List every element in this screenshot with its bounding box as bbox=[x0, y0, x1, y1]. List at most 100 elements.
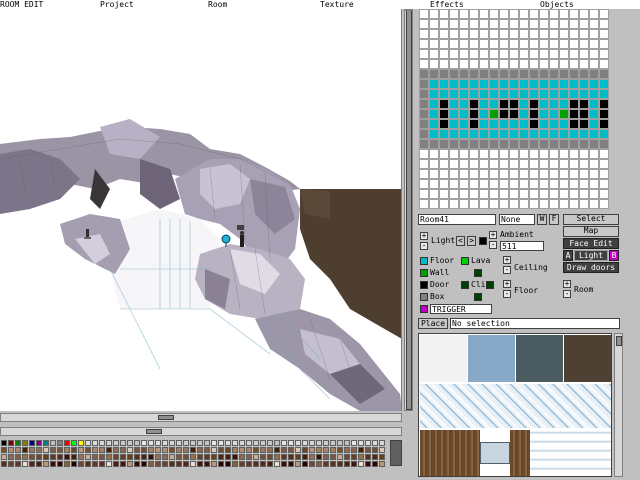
map-cell[interactable] bbox=[479, 39, 489, 49]
map-cell[interactable] bbox=[459, 29, 469, 39]
palette-swatch[interactable] bbox=[22, 440, 28, 446]
map-cell[interactable] bbox=[439, 159, 449, 169]
map-cell[interactable] bbox=[589, 49, 599, 59]
map-cell[interactable] bbox=[549, 89, 559, 99]
map-cell[interactable] bbox=[579, 179, 589, 189]
map-cell[interactable] bbox=[559, 199, 569, 209]
map-cell[interactable] bbox=[529, 109, 539, 119]
palette-swatch[interactable] bbox=[8, 454, 14, 460]
map-cell[interactable] bbox=[429, 39, 439, 49]
map-cell[interactable] bbox=[449, 129, 459, 139]
map-cell[interactable] bbox=[489, 99, 499, 109]
map-cell[interactable] bbox=[569, 39, 579, 49]
palette-swatch[interactable] bbox=[106, 461, 112, 467]
light-color-swatch[interactable] bbox=[479, 237, 487, 245]
map-cell[interactable] bbox=[529, 139, 539, 149]
map-cell[interactable] bbox=[559, 119, 569, 129]
palette-swatch[interactable] bbox=[239, 440, 245, 446]
map-cell[interactable] bbox=[439, 139, 449, 149]
texture-panel[interactable] bbox=[418, 333, 612, 477]
palette-swatch[interactable] bbox=[281, 461, 287, 467]
map-cell[interactable] bbox=[589, 139, 599, 149]
map-cell[interactable] bbox=[449, 79, 459, 89]
palette-swatch[interactable] bbox=[120, 440, 126, 446]
map-cell[interactable] bbox=[589, 169, 599, 179]
map-cell[interactable] bbox=[499, 199, 509, 209]
map-cell[interactable] bbox=[539, 19, 549, 29]
map-cell[interactable] bbox=[509, 129, 519, 139]
palette-swatch[interactable] bbox=[36, 454, 42, 460]
map-cell[interactable] bbox=[539, 39, 549, 49]
palette-swatch[interactable] bbox=[204, 440, 210, 446]
map-cell[interactable] bbox=[569, 159, 579, 169]
map-cell[interactable] bbox=[499, 99, 509, 109]
palette-swatch[interactable] bbox=[281, 454, 287, 460]
palette-swatch[interactable] bbox=[267, 461, 273, 467]
map-cell[interactable] bbox=[419, 149, 429, 159]
map-cell[interactable] bbox=[599, 109, 609, 119]
cli-swatch[interactable] bbox=[461, 281, 469, 289]
map-cell[interactable] bbox=[499, 169, 509, 179]
viewport-vscroll-thumb[interactable] bbox=[406, 10, 412, 410]
texture-vscroll[interactable] bbox=[614, 333, 623, 477]
palette-swatch[interactable] bbox=[379, 454, 385, 460]
map-cell[interactable] bbox=[469, 109, 479, 119]
map-cell[interactable] bbox=[429, 129, 439, 139]
palette-swatch[interactable] bbox=[365, 440, 371, 446]
map-cell[interactable] bbox=[569, 129, 579, 139]
map-cell[interactable] bbox=[519, 159, 529, 169]
map-cell[interactable] bbox=[519, 99, 529, 109]
ceiling-plus-button[interactable]: + bbox=[503, 256, 511, 264]
palette-swatch[interactable] bbox=[64, 447, 70, 453]
map-cell[interactable] bbox=[429, 59, 439, 69]
palette-swatch[interactable] bbox=[239, 461, 245, 467]
map-cell[interactable] bbox=[519, 189, 529, 199]
map-cell[interactable] bbox=[579, 129, 589, 139]
palette-swatch[interactable] bbox=[274, 440, 280, 446]
light-prev-button[interactable]: < bbox=[456, 236, 465, 246]
map-cell[interactable] bbox=[469, 99, 479, 109]
map-cell[interactable] bbox=[519, 169, 529, 179]
map-cell[interactable] bbox=[559, 19, 569, 29]
map-cell[interactable] bbox=[489, 39, 499, 49]
menu-texture[interactable]: Texture bbox=[320, 0, 354, 9]
map-cell[interactable] bbox=[599, 9, 609, 19]
palette-swatch[interactable] bbox=[127, 447, 133, 453]
palette-swatch[interactable] bbox=[323, 447, 329, 453]
palette-swatch[interactable] bbox=[85, 461, 91, 467]
map-cell[interactable] bbox=[479, 139, 489, 149]
map-cell[interactable] bbox=[539, 179, 549, 189]
map-cell[interactable] bbox=[529, 99, 539, 109]
map-cell[interactable] bbox=[569, 89, 579, 99]
map-cell[interactable] bbox=[449, 149, 459, 159]
wall-toggle[interactable] bbox=[474, 269, 482, 277]
map-cell[interactable] bbox=[519, 109, 529, 119]
texture-tile-ice-cracks[interactable] bbox=[420, 384, 611, 428]
map-cell[interactable] bbox=[599, 19, 609, 29]
map-cell[interactable] bbox=[479, 99, 489, 109]
map-cell[interactable] bbox=[569, 139, 579, 149]
f-button[interactable]: F bbox=[549, 214, 559, 225]
palette-swatch[interactable] bbox=[43, 447, 49, 453]
map-cell[interactable] bbox=[579, 29, 589, 39]
map-cell[interactable] bbox=[579, 49, 589, 59]
palette-swatch[interactable] bbox=[344, 454, 350, 460]
palette-swatch[interactable] bbox=[211, 440, 217, 446]
palette-swatch[interactable] bbox=[274, 454, 280, 460]
palette-swatch[interactable] bbox=[43, 454, 49, 460]
palette-swatch[interactable] bbox=[99, 454, 105, 460]
palette-swatch[interactable] bbox=[337, 447, 343, 453]
palette-swatch[interactable] bbox=[15, 440, 21, 446]
ceiling-minus-button[interactable]: - bbox=[503, 266, 511, 274]
palette-swatch[interactable] bbox=[29, 440, 35, 446]
map-cell[interactable] bbox=[599, 69, 609, 79]
map-cell[interactable] bbox=[419, 69, 429, 79]
map-cell[interactable] bbox=[509, 139, 519, 149]
palette-swatch[interactable] bbox=[127, 461, 133, 467]
palette-swatch[interactable] bbox=[204, 461, 210, 467]
palette-swatch[interactable] bbox=[71, 461, 77, 467]
texture-tile-window[interactable] bbox=[480, 442, 510, 464]
map-cell[interactable] bbox=[449, 49, 459, 59]
map-cell[interactable] bbox=[419, 169, 429, 179]
map-cell[interactable] bbox=[559, 59, 569, 69]
